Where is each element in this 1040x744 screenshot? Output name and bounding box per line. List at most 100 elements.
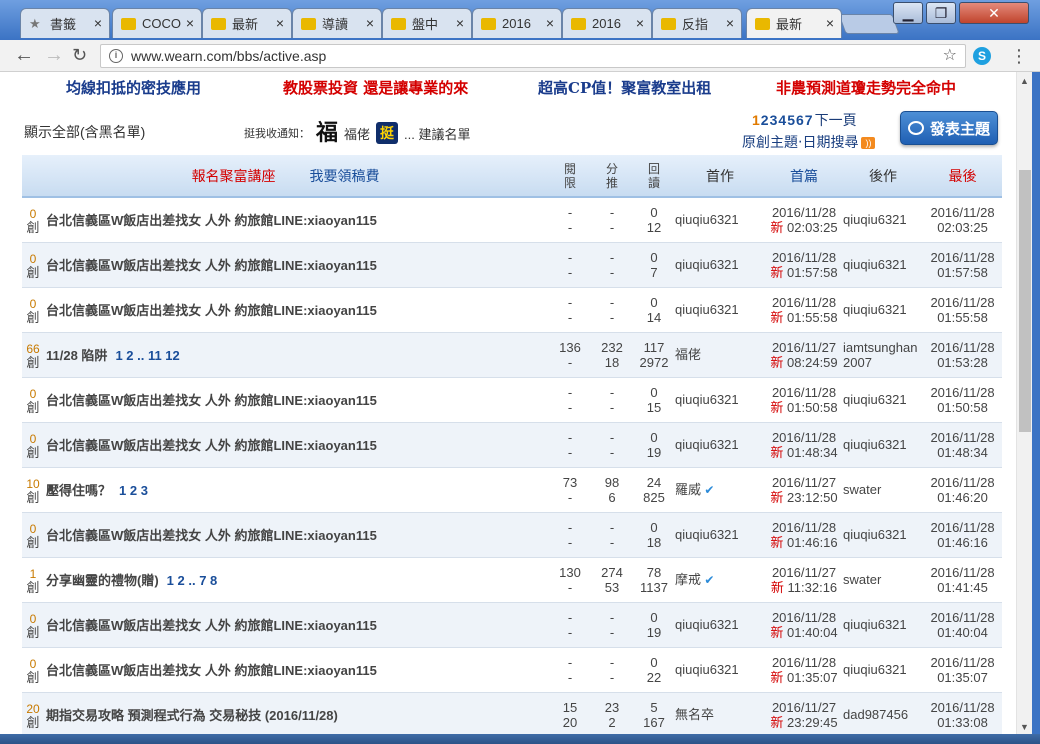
last-author[interactable]: swater xyxy=(843,557,924,603)
topic-title[interactable]: 台北信義區W飯店出差找女 人外 約旅館LINE:xiaoyan115 xyxy=(44,647,550,693)
first-author[interactable]: 福佬 xyxy=(675,332,766,378)
tab-close-icon[interactable]: × xyxy=(456,15,464,31)
first-post-date[interactable]: 2016/11/28 新 01:50:58 xyxy=(765,377,844,423)
info-icon[interactable]: i xyxy=(109,49,123,63)
topic-title[interactable]: 台北信義區W飯店出差找女 人外 約旅館LINE:xiaoyan115 xyxy=(44,422,550,468)
header-first-post[interactable]: 首篇 xyxy=(765,155,844,198)
skype-extension-icon[interactable]: S xyxy=(973,47,991,65)
topic-title-link[interactable]: 台北信義區W飯店出差找女 人外 約旅館LINE:xiaoyan115 xyxy=(46,528,377,543)
topic-title-link[interactable]: 期指交易攻略 預測程式行為 交易秘技 (2016/11/28) xyxy=(46,708,338,723)
browser-tab-3[interactable]: 最新 × xyxy=(202,8,292,38)
author-link[interactable]: 摩戒 xyxy=(675,572,701,587)
author-link[interactable]: qiuqiu6321 xyxy=(675,662,739,677)
minimize-window-button[interactable]: ▁ xyxy=(893,2,923,24)
header-author[interactable]: 首作 xyxy=(675,155,766,198)
topic-page-links[interactable]: 1 2 3 xyxy=(119,483,148,498)
author-link[interactable]: qiuqiu6321 xyxy=(675,437,739,452)
browser-tab-9[interactable]: 最新 × xyxy=(746,8,842,38)
topic-title[interactable]: 台北信義區W飯店出差找女 人外 約旅館LINE:xiaoyan115 xyxy=(44,512,550,558)
last-post-date[interactable]: 2016/11/28 01:33:08 xyxy=(923,692,1003,738)
first-author[interactable]: 摩戒 ✔ xyxy=(675,557,766,603)
address-bar[interactable]: i www.wearn.com/bbs/active.asp ☆ xyxy=(100,44,966,68)
browser-tab-5[interactable]: 盤中 × xyxy=(382,8,472,38)
ting-icon[interactable]: 挺 xyxy=(376,122,399,144)
topic-title[interactable]: 台北信義區W飯店出差找女 人外 約旅館LINE:xiaoyan115 xyxy=(44,377,550,423)
first-author[interactable]: qiuqiu6321 xyxy=(675,647,766,693)
last-author-link[interactable]: qiuqiu6321 xyxy=(843,257,907,272)
tab-close-icon[interactable]: × xyxy=(186,15,194,31)
last-author[interactable]: swater xyxy=(843,467,924,513)
page-link-7[interactable]: 7 xyxy=(805,112,813,128)
first-author[interactable]: qiuqiu6321 xyxy=(675,377,766,423)
tab-close-icon[interactable]: × xyxy=(726,15,734,31)
header-next-author[interactable]: 後作 xyxy=(843,155,924,198)
next-page-link[interactable]: 下一頁 xyxy=(815,112,857,128)
ad-link-1[interactable]: 均線扣抵的密技應用 xyxy=(66,77,201,98)
topic-page-links[interactable]: 1 2 .. 7 8 xyxy=(167,573,218,588)
tab-close-icon[interactable]: × xyxy=(276,15,284,31)
rss-icon[interactable]: )) xyxy=(861,137,876,150)
author-link[interactable]: 福佬 xyxy=(675,347,701,362)
last-author-link[interactable]: qiuqiu6321 xyxy=(843,662,907,677)
topic-title[interactable]: 期指交易攻略 預測程式行為 交易秘技 (2016/11/28) xyxy=(44,692,550,738)
last-post-date[interactable]: 2016/11/28 01:55:58 xyxy=(923,287,1003,333)
topic-title[interactable]: 分享幽靈的禮物(贈) 1 2 .. 7 8 xyxy=(44,557,550,603)
reload-icon[interactable]: ↻ xyxy=(72,44,87,66)
last-author-link[interactable]: qiuqiu6321 xyxy=(843,527,907,542)
scroll-down-icon[interactable]: ▼ xyxy=(1020,722,1029,732)
browser-tab-2[interactable]: COCO × xyxy=(112,8,202,38)
last-author-link[interactable]: qiuqiu6321 xyxy=(843,617,907,632)
tab-close-icon[interactable]: × xyxy=(94,15,102,31)
last-post-date[interactable]: 2016/11/28 01:53:28 xyxy=(923,332,1003,378)
first-author[interactable]: qiuqiu6321 xyxy=(675,197,766,243)
first-author[interactable]: 無名卒 xyxy=(675,692,766,738)
first-post-date[interactable]: 2016/11/28 新 01:48:34 xyxy=(765,422,844,468)
register-seminar-link[interactable]: 報名聚富講座 xyxy=(192,168,276,184)
topic-title[interactable]: 台北信義區W飯店出差找女 人外 約旅館LINE:xiaoyan115 xyxy=(44,197,550,243)
last-post-date[interactable]: 2016/11/28 01:46:16 xyxy=(923,512,1003,558)
topic-title-link[interactable]: 11/28 陷阱 xyxy=(46,348,107,363)
browser-tab-7[interactable]: 2016 × xyxy=(562,8,652,38)
first-author[interactable]: qiuqiu6321 xyxy=(675,512,766,558)
author-link[interactable]: qiuqiu6321 xyxy=(675,392,739,407)
page-link-5[interactable]: 5 xyxy=(787,112,795,128)
topic-title[interactable]: 壓得住嗎？ 1 2 3 xyxy=(44,467,550,513)
topic-title-link[interactable]: 台北信義區W飯店出差找女 人外 約旅館LINE:xiaoyan115 xyxy=(46,258,377,273)
last-post-date[interactable]: 2016/11/28 01:50:58 xyxy=(923,377,1003,423)
topic-title-link[interactable]: 分享幽靈的禮物(贈) xyxy=(46,573,159,588)
last-author[interactable]: qiuqiu6321 xyxy=(843,287,924,333)
topic-title-link[interactable]: 台北信義區W飯店出差找女 人外 約旅館LINE:xiaoyan115 xyxy=(46,438,377,453)
first-post-date[interactable]: 2016/11/28 新 01:55:58 xyxy=(765,287,844,333)
restore-window-button[interactable]: ❐ xyxy=(926,2,956,24)
last-author-link[interactable]: qiuqiu6321 xyxy=(843,212,907,227)
tab-close-icon[interactable]: × xyxy=(636,15,644,31)
author-link[interactable]: qiuqiu6321 xyxy=(675,302,739,317)
last-post-date[interactable]: 2016/11/28 01:57:58 xyxy=(923,242,1003,288)
last-author[interactable]: qiuqiu6321 xyxy=(843,377,924,423)
subscribe-user[interactable]: 福佬 xyxy=(344,124,370,143)
back-icon[interactable]: ← xyxy=(14,44,34,66)
topic-title-link[interactable]: 台北信義區W飯店出差找女 人外 約旅館LINE:xiaoyan115 xyxy=(46,393,377,408)
author-link[interactable]: qiuqiu6321 xyxy=(675,257,739,272)
page-link-3[interactable]: 3 xyxy=(770,112,778,128)
claim-fee-link[interactable]: 我要領稿費 xyxy=(309,168,379,184)
first-post-date[interactable]: 2016/11/28 新 01:35:07 xyxy=(765,647,844,693)
tab-close-icon[interactable]: × xyxy=(546,15,554,31)
author-link[interactable]: qiuqiu6321 xyxy=(675,212,739,227)
last-author-link[interactable]: qiuqiu6321 xyxy=(843,437,907,452)
browser-tab-4[interactable]: 導讀 × xyxy=(292,8,382,38)
first-post-date[interactable]: 2016/11/27 新 23:29:45 xyxy=(765,692,844,738)
browser-tab-6[interactable]: 2016 × xyxy=(472,8,562,38)
topic-title[interactable]: 台北信義區W飯店出差找女 人外 約旅館LINE:xiaoyan115 xyxy=(44,602,550,648)
first-author[interactable]: qiuqiu6321 xyxy=(675,242,766,288)
header-last[interactable]: 最後 xyxy=(923,155,1003,198)
last-post-date[interactable]: 2016/11/28 01:35:07 xyxy=(923,647,1003,693)
ad-link-2[interactable]: 教股票投資 還是讓專業的來 xyxy=(283,77,468,98)
last-author-link[interactable]: qiuqiu6321 xyxy=(843,392,907,407)
header-score[interactable]: 分推 xyxy=(591,155,634,198)
first-post-date[interactable]: 2016/11/27 新 11:32:16 xyxy=(765,557,844,603)
header-open[interactable]: 閱限 xyxy=(549,155,592,198)
show-all-link[interactable]: 顯示全部(含黑名單) xyxy=(24,122,145,142)
topic-title[interactable]: 台北信義區W飯店出差找女 人外 約旅館LINE:xiaoyan115 xyxy=(44,287,550,333)
topic-page-links[interactable]: 1 2 .. 11 12 xyxy=(115,348,179,363)
